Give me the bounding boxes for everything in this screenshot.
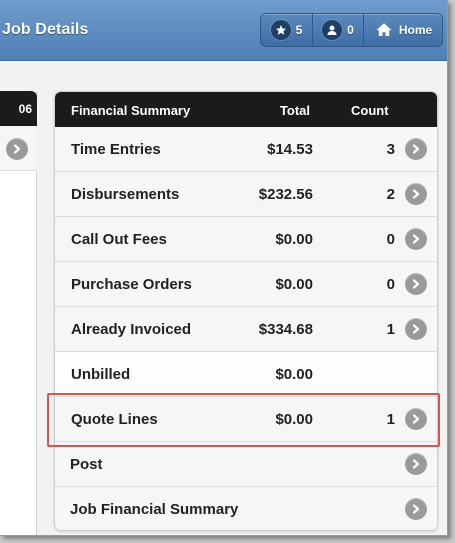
row-job-financial-summary[interactable]: Job Financial Summary (55, 487, 437, 530)
row-label: Quote Lines (71, 411, 158, 428)
column-header-count: Count (351, 103, 389, 118)
financial-summary-header: Financial Summary Total Count (55, 92, 437, 127)
row-purchase-orders[interactable]: Purchase Orders $0.00 0 (55, 262, 437, 307)
row-count: 2 (386, 186, 395, 203)
chevron-right-icon[interactable] (6, 138, 28, 160)
row-count: 3 (386, 141, 395, 158)
chevron-right-icon[interactable] (405, 273, 427, 295)
chevron-right-icon[interactable] (405, 228, 427, 250)
financial-summary-panel: Financial Summary Total Count Time Entri… (54, 91, 438, 531)
user-icon (322, 20, 343, 40)
row-label: Unbilled (71, 366, 131, 383)
app-window: Job Details 5 0 Home 06 Financial Summar… (0, 0, 448, 536)
row-already-invoiced[interactable]: Already Invoiced $334.68 1 (55, 307, 437, 352)
row-quote-lines[interactable]: Quote Lines $0.00 1 (55, 397, 437, 442)
row-total: $0.00 (275, 411, 313, 428)
chevron-right-icon[interactable] (405, 318, 427, 340)
row-total: $14.53 (267, 141, 313, 158)
row-time-entries[interactable]: Time Entries $14.53 3 (55, 127, 437, 172)
chevron-right-icon[interactable] (405, 453, 427, 475)
row-total: $0.00 (275, 366, 313, 383)
left-panel: 06 (0, 91, 37, 535)
row-label: Call Out Fees (71, 231, 167, 248)
row-label: Time Entries (71, 141, 161, 158)
row-label: Post (70, 456, 103, 473)
row-post[interactable]: Post (55, 442, 437, 487)
header-bar: Job Details 5 0 Home (0, 0, 447, 61)
chevron-right-icon[interactable] (405, 498, 427, 520)
favorites-count: 5 (295, 23, 303, 37)
chevron-right-icon[interactable] (405, 183, 427, 205)
home-label: Home (398, 23, 433, 37)
favorites-button[interactable]: 5 (261, 14, 313, 46)
user-button[interactable]: 0 (313, 14, 364, 46)
row-count: 1 (386, 321, 395, 338)
row-count: 0 (386, 276, 395, 293)
row-total: $0.00 (275, 276, 313, 293)
home-button[interactable]: Home (364, 14, 442, 46)
row-unbilled: Unbilled $0.00 (55, 352, 437, 397)
header-button-group: 5 0 Home (260, 13, 443, 47)
star-icon (270, 20, 291, 40)
left-panel-header: 06 (0, 91, 37, 126)
row-label: Already Invoiced (71, 321, 192, 338)
row-call-out-fees[interactable]: Call Out Fees $0.00 0 (55, 217, 437, 262)
row-total: $232.56 (258, 186, 313, 203)
row-label: Disbursements (71, 186, 180, 203)
row-count: 0 (386, 231, 395, 248)
left-panel-row[interactable] (0, 126, 37, 171)
page-title: Job Details (2, 21, 89, 38)
user-count: 0 (347, 23, 354, 37)
row-total: $334.68 (258, 321, 313, 338)
left-panel-header-text: 06 (18, 102, 32, 116)
column-header-total: Total (279, 103, 310, 118)
column-header-name: Financial Summary (71, 103, 191, 118)
row-total: $0.00 (275, 231, 313, 248)
row-count: 1 (386, 411, 395, 428)
row-disbursements[interactable]: Disbursements $232.56 2 (55, 172, 437, 217)
row-label: Job Financial Summary (70, 501, 239, 518)
chevron-right-icon[interactable] (405, 408, 427, 430)
row-label: Purchase Orders (71, 276, 192, 293)
home-icon (374, 20, 394, 40)
chevron-right-icon[interactable] (405, 138, 427, 160)
